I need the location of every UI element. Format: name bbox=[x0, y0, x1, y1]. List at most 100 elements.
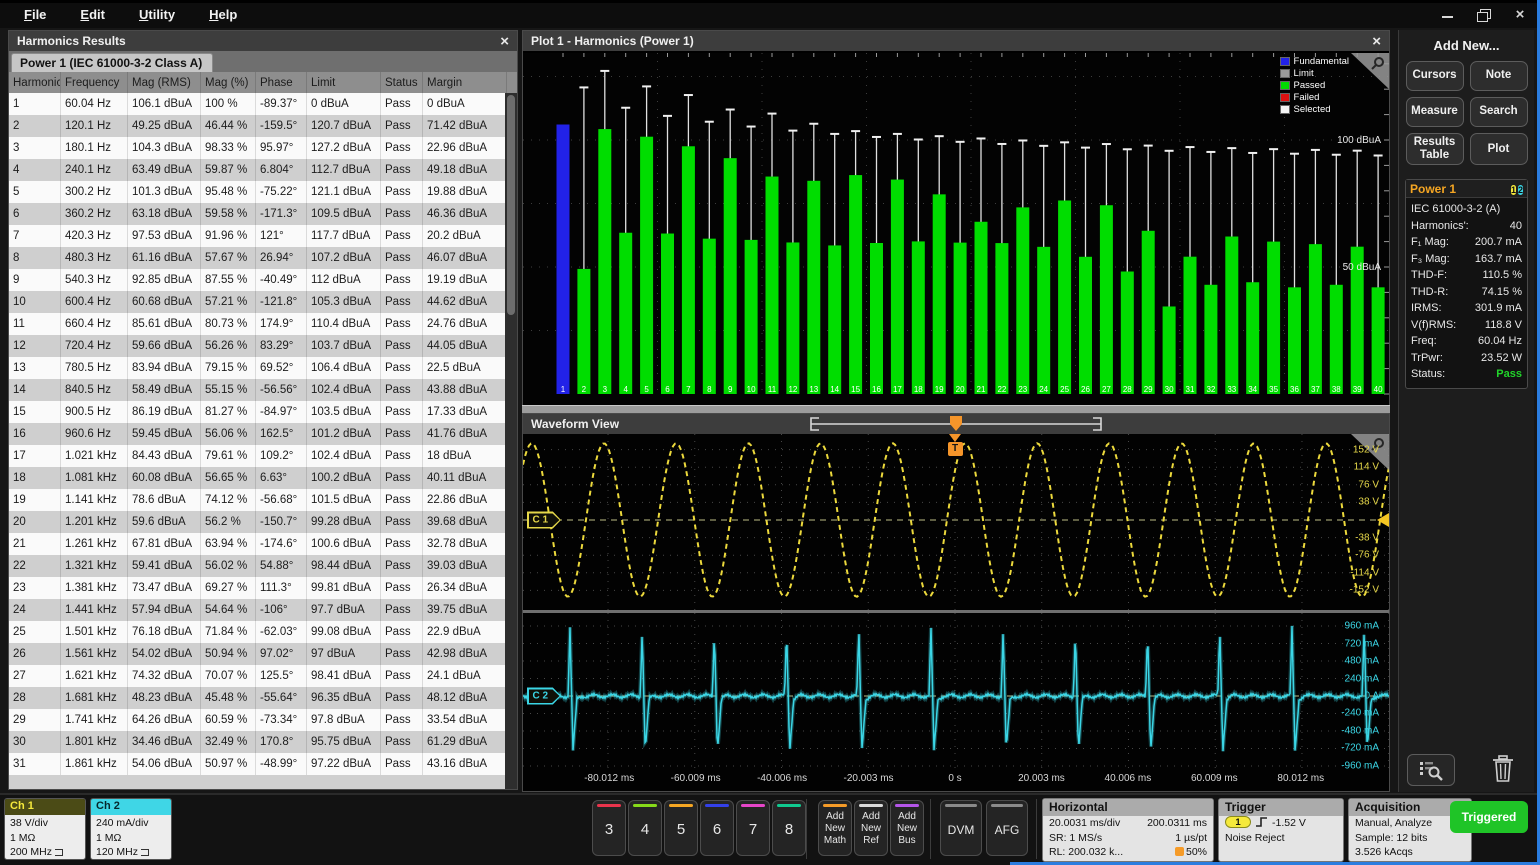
trigger-badge[interactable]: Trigger 1 -1.52 V Noise Reject bbox=[1218, 798, 1344, 862]
add-new-plot-button[interactable]: Plot bbox=[1470, 133, 1528, 165]
waveform-pan-scrollbar[interactable] bbox=[523, 414, 1389, 434]
channel1-handle[interactable]: C 1 bbox=[527, 512, 561, 529]
ch1-scale-label: -114 V bbox=[1325, 567, 1379, 578]
menu-utility[interactable]: Utility bbox=[139, 7, 175, 22]
table-row[interactable]: 7420.3 Hz97.53 dBuA91.96 %121°117.7 dBuA… bbox=[9, 225, 507, 247]
plot-panel-titlebar[interactable]: Plot 1 - Harmonics (Power 1) × bbox=[523, 31, 1389, 51]
channel1-waveform-area[interactable]: T C 1 152 V114 V76 V38 V-38 V-76 V-114 V… bbox=[523, 434, 1389, 610]
column-header-mag-%-[interactable]: Mag (%) bbox=[201, 72, 256, 93]
harmonics-bar-chart[interactable]: 1234567891011121314151617181920212223242… bbox=[523, 53, 1389, 406]
menu-help[interactable]: Help bbox=[209, 7, 237, 22]
triggered-status-button[interactable]: Triggered bbox=[1450, 801, 1528, 833]
table-row[interactable]: 201.201 kHz59.6 dBuA56.2 %-150.7°99.28 d… bbox=[9, 511, 507, 533]
panel-splitter[interactable] bbox=[522, 405, 1390, 413]
channel-4-button[interactable]: 4 bbox=[628, 800, 662, 856]
add-new-results-table-button[interactable]: Results Table bbox=[1406, 133, 1464, 165]
channel2-waveform-area[interactable]: C 2 960 mA720 mA480 mA240 mA0 A-240 mA-4… bbox=[523, 613, 1389, 769]
table-row[interactable]: 221.321 kHz59.41 dBuA56.02 %54.88°98.44 … bbox=[9, 555, 507, 577]
column-header-phase[interactable]: Phase bbox=[256, 72, 307, 93]
ch2-badge[interactable]: Ch 2 240 mA/div1 MΩ120 MHz bbox=[90, 798, 172, 860]
table-cell: 39.03 dBuA bbox=[423, 555, 507, 577]
table-cell: 59.45 dBuA bbox=[128, 423, 201, 445]
table-cell: 79.61 % bbox=[201, 445, 256, 467]
add-new-search-button[interactable]: Search bbox=[1470, 97, 1528, 127]
table-row[interactable]: 3180.1 Hz104.3 dBuA98.33 %95.97°127.2 dB… bbox=[9, 137, 507, 159]
minimize-icon[interactable] bbox=[1440, 8, 1456, 22]
channel-5-button[interactable]: 5 bbox=[664, 800, 698, 856]
zoom-results-button[interactable] bbox=[1407, 754, 1455, 786]
table-row[interactable]: 231.381 kHz73.47 dBuA69.27 %111.3°99.81 … bbox=[9, 577, 507, 599]
results-close-icon[interactable]: × bbox=[500, 34, 509, 49]
trigger-position-flag[interactable]: T bbox=[947, 434, 963, 456]
afg-button[interactable]: AFG bbox=[986, 800, 1028, 856]
add-new-ref-button[interactable]: Add New Ref bbox=[854, 800, 888, 856]
add-new-math-button[interactable]: Add New Math bbox=[818, 800, 852, 856]
table-row[interactable]: 181.081 kHz60.08 dBuA56.65 %6.63°100.2 d… bbox=[9, 467, 507, 489]
restore-icon[interactable] bbox=[1476, 8, 1492, 22]
table-row[interactable]: 14840.5 Hz58.49 dBuA55.15 %-56.56°102.4 … bbox=[9, 379, 507, 401]
table-cell: 99.28 dBuA bbox=[307, 511, 381, 533]
trigger-level-arrow-icon[interactable] bbox=[1377, 513, 1389, 527]
table-row[interactable]: 191.141 kHz78.6 dBuA74.12 %-56.68°101.5 … bbox=[9, 489, 507, 511]
table-row[interactable]: 4240.1 Hz63.49 dBuA59.87 %6.804°112.7 dB… bbox=[9, 159, 507, 181]
menu-file[interactable]: File bbox=[24, 7, 46, 22]
table-cell: 59.58 % bbox=[201, 203, 256, 225]
table-row[interactable]: 11660.4 Hz85.61 dBuA80.73 %174.9°110.4 d… bbox=[9, 313, 507, 335]
table-cell: 46.44 % bbox=[201, 115, 256, 137]
table-row[interactable]: 291.741 kHz64.26 dBuA60.59 %-73.34°97.8 … bbox=[9, 709, 507, 731]
table-row[interactable]: 12720.4 Hz59.66 dBuA56.26 %83.29°103.7 d… bbox=[9, 335, 507, 357]
table-row[interactable]: 301.801 kHz34.46 dBuA32.49 %170.8°95.75 … bbox=[9, 731, 507, 753]
tab-power1[interactable]: Power 1 (IEC 61000-3-2 Class A) bbox=[11, 53, 213, 72]
add-new-cursors-button[interactable]: Cursors bbox=[1406, 61, 1464, 91]
channel-3-button[interactable]: 3 bbox=[592, 800, 626, 856]
table-row-partial bbox=[9, 775, 507, 789]
results-panel-titlebar[interactable]: Harmonics Results × bbox=[9, 31, 517, 51]
table-row[interactable]: 160.04 Hz106.1 dBuA100 %-89.37°0 dBuAPas… bbox=[9, 93, 507, 115]
table-row[interactable]: 241.441 kHz57.94 dBuA54.64 %-106°97.7 dB… bbox=[9, 599, 507, 621]
table-row[interactable]: 251.501 kHz76.18 dBuA71.84 %-62.03°99.08… bbox=[9, 621, 507, 643]
table-row[interactable]: 8480.3 Hz61.16 dBuA57.67 %26.94°107.2 dB… bbox=[9, 247, 507, 269]
column-header-mag-rms-[interactable]: Mag (RMS) bbox=[128, 72, 201, 93]
table-row[interactable]: 10600.4 Hz60.68 dBuA57.21 %-121.8°105.3 … bbox=[9, 291, 507, 313]
ch1-badge[interactable]: Ch 1 38 V/div1 MΩ200 MHz bbox=[4, 798, 86, 860]
table-row[interactable]: 211.261 kHz67.81 dBuA63.94 %-174.6°100.6… bbox=[9, 533, 507, 555]
column-header-harmonic[interactable]: Harmonic bbox=[9, 72, 61, 93]
results-table-body[interactable]: 160.04 Hz106.1 dBuA100 %-89.37°0 dBuAPas… bbox=[9, 93, 507, 789]
results-table-scrollbar[interactable] bbox=[505, 93, 517, 789]
table-row[interactable]: 311.861 kHz54.06 dBuA50.97 %-48.99°97.22… bbox=[9, 753, 507, 775]
table-cell: -73.34° bbox=[256, 709, 307, 731]
dvm-button[interactable]: DVM bbox=[940, 800, 982, 856]
channel-6-button[interactable]: 6 bbox=[700, 800, 734, 856]
channel-8-button[interactable]: 8 bbox=[772, 800, 806, 856]
table-row[interactable]: 5300.2 Hz101.3 dBuA95.48 %-75.22°121.1 d… bbox=[9, 181, 507, 203]
table-row[interactable]: 171.021 kHz84.43 dBuA79.61 %109.2°102.4 … bbox=[9, 445, 507, 467]
column-header-frequency[interactable]: Frequency bbox=[61, 72, 128, 93]
add-new-measure-button[interactable]: Measure bbox=[1406, 97, 1464, 127]
channel-7-button[interactable]: 7 bbox=[736, 800, 770, 856]
table-row[interactable]: 271.621 kHz74.32 dBuA70.07 %125.5°98.41 … bbox=[9, 665, 507, 687]
channel2-handle[interactable]: C 2 bbox=[527, 688, 561, 705]
column-header-status[interactable]: Status bbox=[381, 72, 423, 93]
table-row[interactable]: 13780.5 Hz83.94 dBuA79.15 %69.52°106.4 d… bbox=[9, 357, 507, 379]
column-header-limit[interactable]: Limit bbox=[307, 72, 381, 93]
table-row[interactable]: 16960.6 Hz59.45 dBuA56.06 %162.5°101.2 d… bbox=[9, 423, 507, 445]
table-row[interactable]: 261.561 kHz54.02 dBuA50.94 %97.02°97 dBu… bbox=[9, 643, 507, 665]
trash-button[interactable] bbox=[1486, 752, 1520, 786]
add-new-bus-button[interactable]: Add New Bus bbox=[890, 800, 924, 856]
power1-measurement-badge[interactable]: Power 1 12 IEC 61000-3-2 (A)Harmonics':4… bbox=[1405, 179, 1528, 389]
table-row[interactable]: 2120.1 Hz49.25 dBuA46.44 %-159.5°120.7 d… bbox=[9, 115, 507, 137]
scrollbar-thumb[interactable] bbox=[507, 95, 515, 315]
horizontal-badge[interactable]: Horizontal 20.0031 ms/div200.0311 msSR: … bbox=[1042, 798, 1214, 862]
menu-edit[interactable]: Edit bbox=[80, 7, 105, 22]
table-row[interactable]: 281.681 kHz48.23 dBuA45.48 %-55.64°96.35… bbox=[9, 687, 507, 709]
table-row[interactable]: 15900.5 Hz86.19 dBuA81.27 %-84.97°103.5 … bbox=[9, 401, 507, 423]
table-row[interactable]: 6360.2 Hz63.18 dBuA59.58 %-171.3°109.5 d… bbox=[9, 203, 507, 225]
add-new-note-button[interactable]: Note bbox=[1470, 61, 1528, 91]
ch1-scale-label: 76 V bbox=[1325, 479, 1379, 490]
plot-close-icon[interactable]: × bbox=[1372, 34, 1381, 49]
column-header-margin[interactable]: Margin bbox=[423, 72, 507, 93]
svg-text:31: 31 bbox=[1186, 385, 1195, 394]
close-window-icon[interactable]: × bbox=[1512, 8, 1528, 22]
table-row[interactable]: 9540.3 Hz92.85 dBuA87.55 %-40.49°112 dBu… bbox=[9, 269, 507, 291]
table-cell: 0 dBuA bbox=[423, 93, 507, 115]
